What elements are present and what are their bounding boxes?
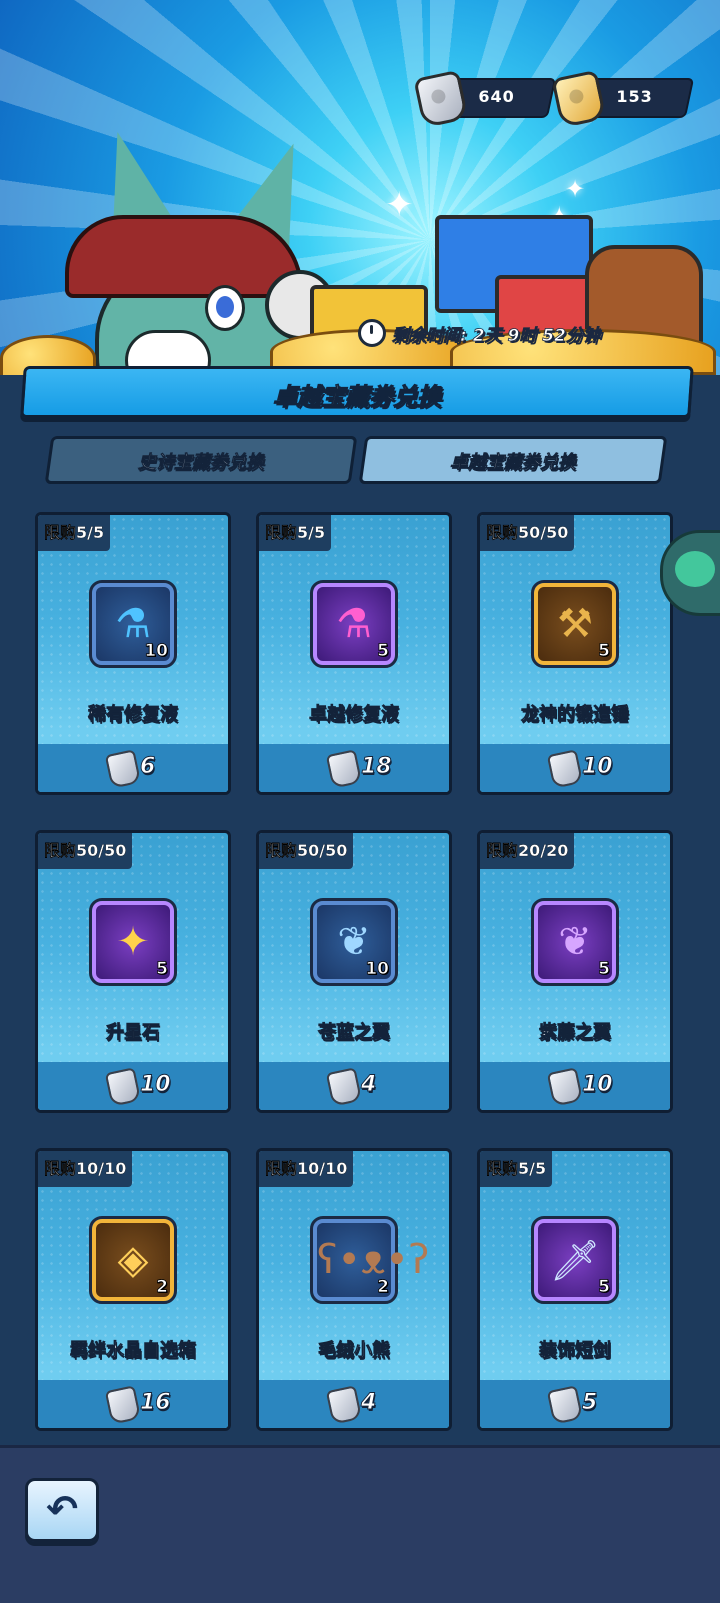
item-cost: 10 [140, 1072, 172, 1098]
price-bar: 5 [480, 1380, 670, 1428]
item-slot: ◈ 2 [89, 1216, 177, 1304]
silver-ticket-icon [546, 1067, 584, 1107]
item-name: 装饰短剑 [539, 1340, 612, 1362]
item-quantity: 10 [365, 959, 389, 980]
item-name: 苍蓝之翼 [318, 1022, 391, 1044]
price-bar: 16 [38, 1380, 228, 1428]
sparkle-icon: ✦ [565, 175, 586, 203]
item-cost: 4 [361, 1072, 377, 1098]
item-cost: 18 [361, 754, 393, 780]
tab-label: 史诗宝藏券兑换 [137, 452, 265, 474]
price-bar: 18 [259, 744, 449, 792]
item-quantity: 10 [144, 641, 168, 662]
purchase-limit-badge: 限购50/50 [259, 833, 354, 869]
item-slot: 🗡 5 [531, 1216, 619, 1304]
item-quantity: 5 [598, 959, 611, 980]
item-cost: 16 [140, 1390, 172, 1416]
purchase-limit-badge: 限购20/20 [480, 833, 575, 869]
item-slot: ✦ 5 [89, 898, 177, 986]
item-slot: ⚗ 10 [89, 580, 177, 668]
tab-label: 卓越宝藏券兑换 [449, 452, 577, 474]
purchase-limit-badge: 限购10/10 [259, 1151, 354, 1187]
item-quantity: 5 [156, 959, 169, 980]
item-name: 升星石 [106, 1022, 161, 1044]
item-slot: ⚗ 5 [310, 580, 398, 668]
price-bar: 4 [259, 1062, 449, 1110]
bottom-bar [0, 1445, 720, 1603]
silver-ticket-icon [325, 1385, 363, 1425]
item-cost: 5 [582, 1390, 598, 1416]
tab-epic-exchange[interactable]: 史诗宝藏券兑换 [44, 436, 358, 484]
item-quantity: 5 [598, 1277, 611, 1298]
item-name: 卓越修复液 [309, 704, 400, 726]
pirate-bandana [65, 215, 303, 298]
item-cost: 10 [582, 1072, 614, 1098]
item-name: 龙神的锻造锤 [521, 704, 630, 726]
item-quantity: 2 [156, 1277, 169, 1298]
purchase-limit-badge: 限购10/10 [38, 1151, 133, 1187]
silver-ticket-icon [104, 1385, 142, 1425]
item-cost: 10 [582, 754, 614, 780]
item-slot: ʕ•ᴥ•ʔ 2 [310, 1216, 429, 1304]
item-name: 紫藤之翼 [539, 1022, 612, 1044]
page-title-bar: 卓越宝藏券兑换 [20, 366, 694, 418]
clock-icon [358, 319, 386, 347]
event-banner: ✦ ✦ ✦ ✦ 640 153 剩余时间: 2天 9时 52分钟 [0, 0, 720, 375]
item-name: 稀有修复液 [88, 704, 179, 726]
shop-item-card[interactable]: 限购50/50 ✦ 5 升星石 10 [35, 830, 231, 1113]
item-quantity: 5 [598, 641, 611, 662]
shop-item-card[interactable]: 限购50/50 ❦ 10 苍蓝之翼 4 [256, 830, 452, 1113]
silver-ticket-icon [325, 749, 363, 789]
shop-item-card[interactable]: 限购10/10 ◈ 2 羁绊水晶自选箱 16 [35, 1148, 231, 1431]
item-quantity: 2 [377, 1277, 390, 1298]
item-slot: ⚒ 5 [531, 580, 619, 668]
item-cost: 4 [361, 1390, 377, 1416]
gold-ticket-amount: 153 [615, 87, 653, 106]
silver-ticket-icon [104, 1067, 142, 1107]
purchase-limit-badge: 限购5/5 [38, 515, 111, 551]
event-timer: 剩余时间: 2天 9时 52分钟 [358, 315, 668, 351]
shop-item-card[interactable]: 限购5/5 🗡 5 装饰短剑 5 [477, 1148, 673, 1431]
silver-ticket-icon [546, 1385, 584, 1425]
item-quantity: 5 [377, 641, 390, 662]
shop-item-card[interactable]: 限购20/20 ❦ 5 紫藤之翼 10 [477, 830, 673, 1113]
purchase-limit-badge: 限购50/50 [38, 833, 133, 869]
pirate-cat-character [55, 110, 335, 375]
shop-item-card[interactable]: 限购10/10 ʕ•ᴥ•ʔ 2 毛绒小熊 4 [256, 1148, 452, 1431]
item-cost: 6 [140, 754, 156, 780]
shop-item-card[interactable]: 限购5/5 ⚗ 10 稀有修复液 6 [35, 512, 231, 795]
price-bar: 4 [259, 1380, 449, 1428]
purchase-limit-badge: 限购5/5 [480, 1151, 553, 1187]
item-slot: ❦ 10 [310, 898, 398, 986]
price-bar: 10 [480, 1062, 670, 1110]
price-bar: 10 [38, 1062, 228, 1110]
price-bar: 10 [480, 744, 670, 792]
item-name: 羁绊水晶自选箱 [70, 1340, 197, 1362]
item-slot: ❦ 5 [531, 898, 619, 986]
back-arrow-icon: ↶ [46, 1487, 78, 1531]
page-title: 卓越宝藏券兑换 [272, 383, 441, 412]
shop-item-grid: 限购5/5 ⚗ 10 稀有修复液 6 限购5/5 ⚗ 5 卓越修复液 18 限购… [35, 512, 685, 1431]
back-button[interactable]: ↶ [25, 1478, 99, 1542]
shop-item-card[interactable]: 限购5/5 ⚗ 5 卓越修复液 18 [256, 512, 452, 795]
item-name: 毛绒小熊 [318, 1340, 391, 1362]
silver-ticket-icon [104, 749, 142, 789]
chat-bubble-icon [675, 551, 715, 587]
timer-text: 剩余时间: 2天 9时 52分钟 [392, 325, 601, 346]
silver-ticket-amount: 640 [477, 87, 515, 106]
shop-item-card[interactable]: 限购50/50 ⚒ 5 龙神的锻造锤 10 [477, 512, 673, 795]
purchase-limit-badge: 限购50/50 [480, 515, 575, 551]
treasure-pile [270, 215, 720, 375]
tab-excellent-exchange[interactable]: 卓越宝藏券兑换 [358, 436, 668, 484]
silver-ticket-icon [325, 1067, 363, 1107]
price-bar: 6 [38, 744, 228, 792]
cat-eye [205, 285, 245, 331]
purchase-limit-badge: 限购5/5 [259, 515, 332, 551]
silver-ticket-icon [546, 749, 584, 789]
